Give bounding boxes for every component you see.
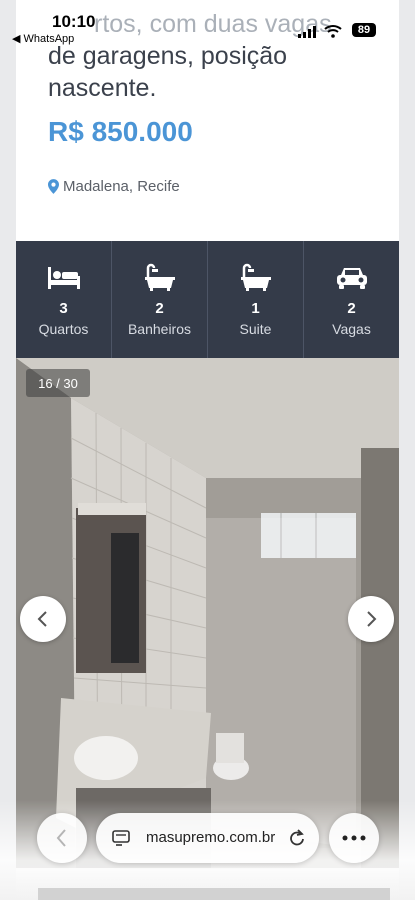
feature-label: Quartos (38, 321, 89, 337)
gallery-photo[interactable] (16, 358, 399, 868)
url-text: masupremo.com.br (146, 829, 276, 846)
features-bar: 3 Quartos 2 Banheiros 1 Suite 2 Vagas (16, 241, 399, 358)
bathtub-icon (144, 263, 175, 291)
back-to-app-link[interactable]: ◀ WhatsApp (12, 32, 74, 45)
chevron-left-icon (56, 829, 66, 847)
browser-more-button[interactable] (329, 813, 379, 863)
listing-price: R$ 850.000 (48, 116, 193, 147)
map-pin-icon (48, 179, 59, 194)
reload-icon[interactable] (288, 828, 306, 848)
gallery-next-button[interactable] (348, 596, 394, 642)
location-row: Madalena, Recife (48, 178, 180, 195)
gallery-prev-button[interactable] (20, 596, 66, 642)
car-icon (336, 268, 367, 289)
status-bar: 10:10 ◀ WhatsApp 89 (0, 0, 415, 46)
browser-back-button[interactable] (37, 813, 87, 863)
wifi-icon (324, 25, 342, 38)
feature-vagas: 2 Vagas (304, 241, 399, 358)
feature-label: Vagas (332, 321, 371, 337)
feature-value: 1 (251, 300, 260, 317)
bathroom-photo-illustration (16, 358, 399, 868)
bathtub-icon (240, 263, 271, 291)
feature-value: 2 (347, 300, 356, 317)
feature-quartos: 3 Quartos (16, 241, 112, 358)
description-line-2: nascente. (48, 74, 157, 102)
feature-label: Banheiros (127, 321, 192, 337)
battery-indicator: 89 (352, 23, 376, 37)
feature-value: 3 (59, 300, 68, 317)
address-bar[interactable]: masupremo.com.br (96, 813, 319, 863)
more-dots-icon (342, 835, 366, 841)
feature-label: Suite (239, 321, 272, 337)
status-time: 10:10 (52, 12, 96, 31)
feature-value: 2 (155, 300, 164, 317)
chevron-left-icon (37, 611, 47, 627)
feature-suite: 1 Suite (208, 241, 304, 358)
chevron-right-icon (367, 611, 377, 627)
gallery-counter: 16 / 30 (26, 369, 90, 397)
next-content-strip (38, 888, 390, 900)
feature-banheiros: 2 Banheiros (112, 241, 208, 358)
signal-icon (298, 26, 316, 38)
bed-icon (47, 267, 80, 289)
location-text: Madalena, Recife (63, 178, 180, 195)
tab-page-icon (112, 830, 130, 846)
